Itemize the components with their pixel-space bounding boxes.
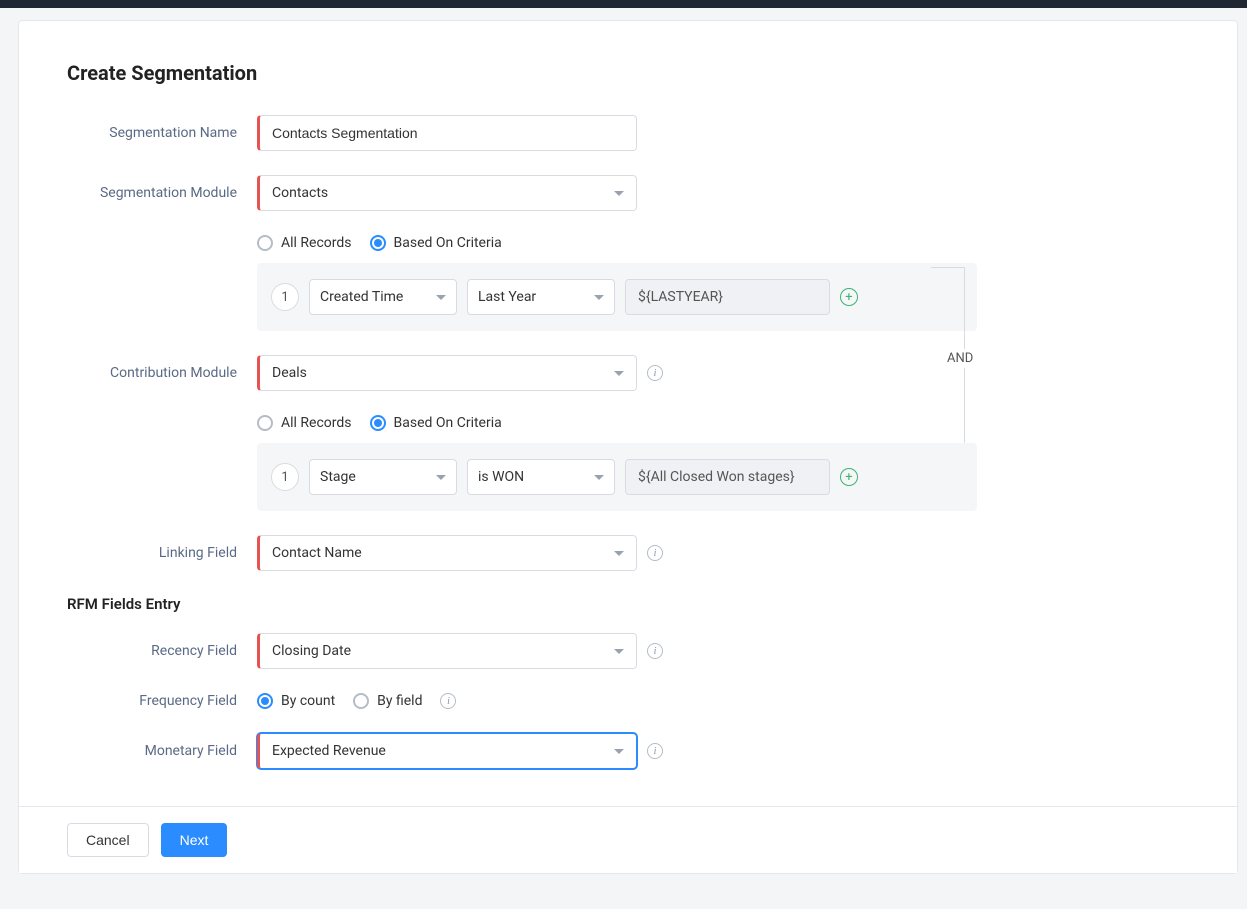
add-criteria-icon[interactable]: + [840, 468, 858, 486]
segmentation-module-label: Segmentation Module [67, 185, 257, 201]
frequency-field-label: Frequency Field [67, 693, 257, 709]
seg-criteria-operator-value: Last Year [478, 289, 536, 305]
contrib-criteria-operator-select[interactable]: is WON [467, 459, 615, 495]
seg-criteria-field-select[interactable]: Created Time [309, 279, 457, 315]
page-title: Create Segmentation [67, 61, 1189, 85]
radio-icon [257, 415, 273, 431]
recency-field-value: Closing Date [272, 643, 351, 659]
info-icon[interactable]: i [440, 693, 456, 709]
linking-field-label: Linking Field [67, 545, 257, 561]
monetary-field-select[interactable]: Expected Revenue [257, 733, 637, 769]
criteria-row-number: 1 [271, 283, 299, 311]
radio-icon [370, 415, 386, 431]
contribution-criteria-panel: 1 Stage is WON ${All Closed Won stages} … [257, 443, 977, 511]
segmentation-form-card: Create Segmentation Segmentation Name Se… [18, 20, 1238, 874]
contrib-all-records-label: All Records [281, 415, 352, 431]
seg-criteria-field-value: Created Time [320, 289, 403, 305]
seg-criteria-operator-select[interactable]: Last Year [467, 279, 615, 315]
chevron-down-icon [614, 551, 624, 556]
frequency-by-count-radio[interactable]: By count [257, 693, 335, 709]
footer-actions: Cancel Next [19, 806, 1237, 873]
segmentation-criteria-panel: 1 Created Time Last Year ${LASTYEAR} + [257, 263, 977, 331]
chevron-down-icon [436, 475, 446, 480]
radio-icon [370, 235, 386, 251]
frequency-by-field-label: By field [377, 693, 422, 709]
seg-all-records-radio[interactable]: All Records [257, 235, 352, 251]
contrib-criteria-field-value: Stage [320, 469, 356, 485]
radio-icon [353, 693, 369, 709]
contribution-module-value: Deals [272, 365, 307, 381]
recency-field-label: Recency Field [67, 643, 257, 659]
linking-field-select[interactable]: Contact Name [257, 535, 637, 571]
chevron-down-icon [594, 475, 604, 480]
contrib-criteria-value-input[interactable]: ${All Closed Won stages} [625, 459, 830, 495]
contrib-all-records-radio[interactable]: All Records [257, 415, 352, 431]
contrib-criteria-operator-value: is WON [478, 469, 524, 485]
seg-criteria-value-input[interactable]: ${LASTYEAR} [625, 279, 830, 315]
radio-icon [257, 693, 273, 709]
chevron-down-icon [614, 191, 624, 196]
recency-field-select[interactable]: Closing Date [257, 633, 637, 669]
segmentation-module-select[interactable]: Contacts [257, 175, 637, 211]
segmentation-module-value: Contacts [272, 185, 328, 201]
contrib-criteria-field-select[interactable]: Stage [309, 459, 457, 495]
segmentation-name-input[interactable] [257, 115, 637, 151]
info-icon[interactable]: i [647, 743, 663, 759]
contrib-criteria-value-text: ${All Closed Won stages} [638, 469, 795, 485]
seg-based-on-criteria-label: Based On Criteria [394, 235, 502, 251]
radio-icon [257, 235, 273, 251]
linking-field-value: Contact Name [272, 545, 362, 561]
seg-based-on-criteria-radio[interactable]: Based On Criteria [370, 235, 502, 251]
info-icon[interactable]: i [647, 365, 663, 381]
contrib-based-on-criteria-label: Based On Criteria [394, 415, 502, 431]
chevron-down-icon [614, 371, 624, 376]
next-button[interactable]: Next [161, 823, 228, 857]
seg-criteria-value-text: ${LASTYEAR} [638, 289, 723, 305]
chevron-down-icon [614, 649, 624, 654]
contrib-based-on-criteria-radio[interactable]: Based On Criteria [370, 415, 502, 431]
monetary-field-label: Monetary Field [67, 743, 257, 759]
rfm-section-heading: RFM Fields Entry [67, 595, 1189, 613]
criteria-row-number: 1 [271, 463, 299, 491]
monetary-field-value: Expected Revenue [272, 743, 386, 759]
chevron-down-icon [594, 295, 604, 300]
info-icon[interactable]: i [647, 545, 663, 561]
frequency-by-count-label: By count [281, 693, 335, 709]
chevron-down-icon [436, 295, 446, 300]
contribution-module-select[interactable]: Deals [257, 355, 637, 391]
chevron-down-icon [614, 749, 624, 754]
contribution-module-label: Contribution Module [67, 365, 257, 381]
segmentation-name-label: Segmentation Name [67, 125, 257, 141]
topbar [0, 0, 1247, 8]
seg-all-records-label: All Records [281, 235, 352, 251]
frequency-by-field-radio[interactable]: By field [353, 693, 422, 709]
info-icon[interactable]: i [647, 643, 663, 659]
add-criteria-icon[interactable]: + [840, 288, 858, 306]
cancel-button[interactable]: Cancel [67, 823, 149, 857]
